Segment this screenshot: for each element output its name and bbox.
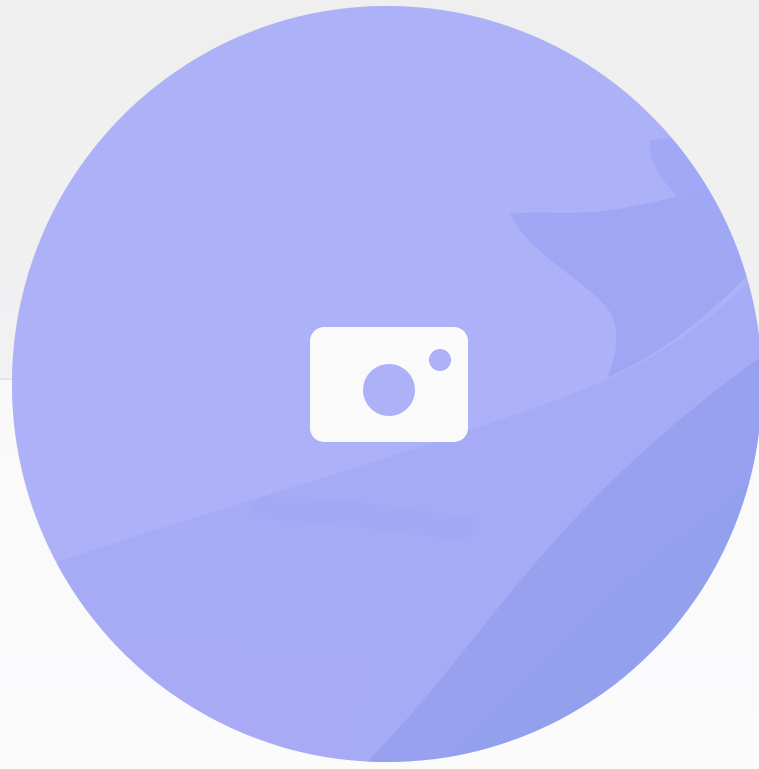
avatar-upload-screen — [0, 0, 759, 769]
camera-icon — [310, 327, 468, 442]
change-photo-button[interactable] — [310, 327, 468, 442]
profile-avatar-placeholder[interactable] — [12, 6, 759, 762]
